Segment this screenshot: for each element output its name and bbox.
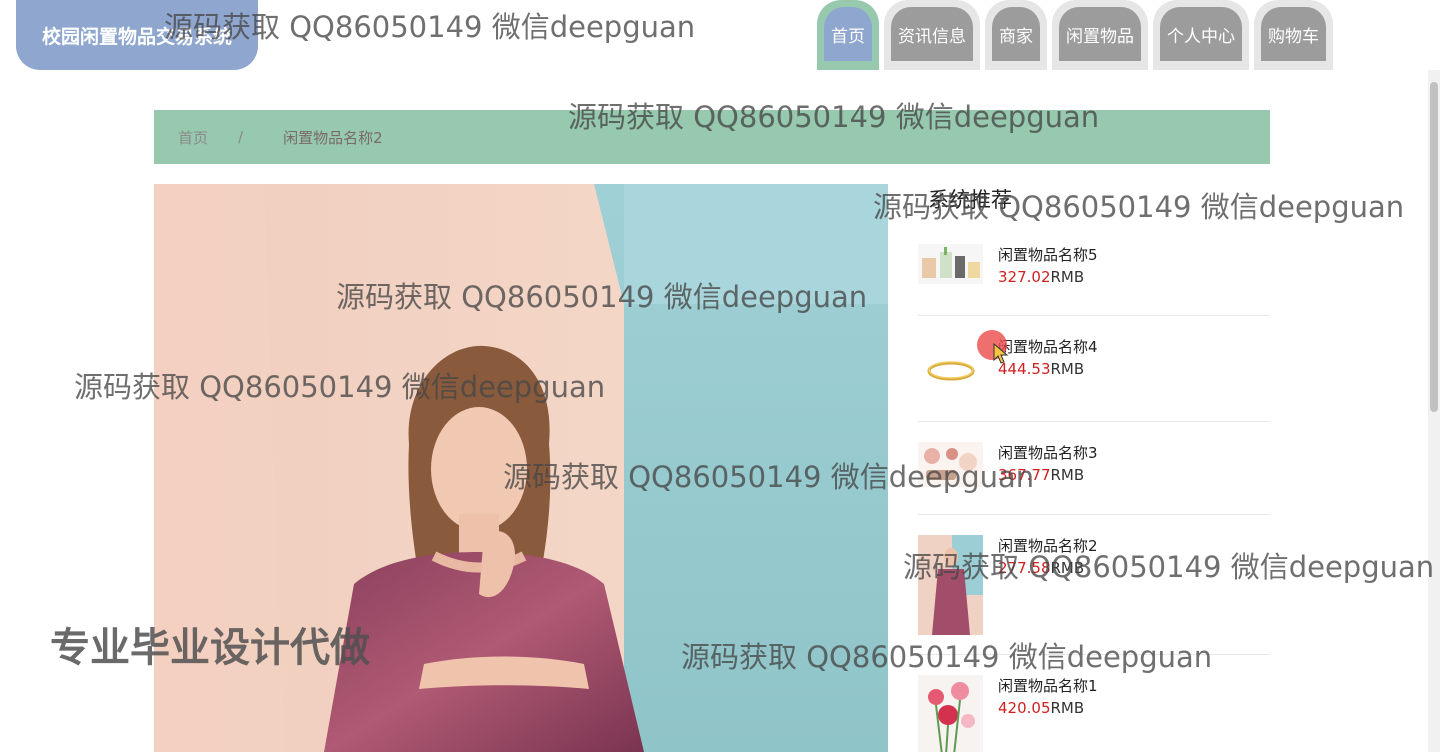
page-scrollbar[interactable] xyxy=(1428,70,1440,752)
main-nav: 首页 资讯信息 商家 闲置物品 个人中心 购物车 xyxy=(817,0,1338,70)
recommend-item-price: 277.58 xyxy=(998,559,1051,577)
flowers-thumb-icon xyxy=(918,675,983,752)
recommend-item-price: 327.02 xyxy=(998,268,1051,286)
nav-tab-idle-items[interactable]: 闲置物品 xyxy=(1052,0,1148,70)
product-photo-dress xyxy=(154,184,888,752)
breadcrumb-separator: / xyxy=(238,128,244,146)
recommend-title: 系统推荐 xyxy=(928,188,1012,212)
stationery-thumb-icon xyxy=(918,244,983,315)
recommend-item-name: 闲置物品名称3 xyxy=(998,444,1098,462)
recommend-item[interactable]: 闲置物品名称1 420.05RMB xyxy=(918,655,1270,752)
recommend-item[interactable]: 闲置物品名称4 444.53RMB xyxy=(918,316,1270,422)
recommend-item-unit: RMB xyxy=(1050,466,1085,484)
nav-tab-label: 商家 xyxy=(992,7,1040,61)
site-logo[interactable]: 校园闲置物品交易系统 xyxy=(16,0,258,70)
nav-tab-label: 资讯信息 xyxy=(891,7,973,61)
nav-tab-label: 闲置物品 xyxy=(1059,7,1141,61)
recommend-item-name: 闲置物品名称2 xyxy=(998,537,1098,555)
scrollbar-thumb[interactable] xyxy=(1430,82,1438,412)
breadcrumb: 首页 / 闲置物品名称2 xyxy=(154,110,1270,164)
recommend-item-name: 闲置物品名称5 xyxy=(998,246,1098,264)
recommend-list: 闲置物品名称5 327.02RMB 闲置物品名称4 444.53RMB 闲置物品… xyxy=(918,216,1270,752)
recommend-item[interactable]: 闲置物品名称5 327.02RMB xyxy=(918,216,1270,316)
nav-tab-label: 个人中心 xyxy=(1160,7,1242,61)
recommend-item-unit: RMB xyxy=(1050,268,1085,286)
nav-tab-cart[interactable]: 购物车 xyxy=(1254,0,1333,70)
dress-thumb-icon xyxy=(918,535,983,654)
recommend-item-price: 444.53 xyxy=(998,360,1051,378)
ring-thumb-icon xyxy=(918,336,983,421)
recommend-item-price: 420.05 xyxy=(998,699,1051,717)
recommend-panel: 系统推荐 闲置物品名称5 327.02RMB 闲置物品名称4 444.53RMB… xyxy=(918,184,1270,752)
nav-tab-merchants[interactable]: 商家 xyxy=(985,0,1047,70)
nav-tab-label: 购物车 xyxy=(1261,7,1326,61)
breadcrumb-home-link[interactable]: 首页 xyxy=(178,127,208,148)
recommend-item-unit: RMB xyxy=(1050,699,1085,717)
recommend-item-price: 367.77 xyxy=(998,466,1051,484)
nav-tab-news[interactable]: 资讯信息 xyxy=(884,0,980,70)
product-main-image[interactable] xyxy=(154,184,888,752)
recommend-item-name: 闲置物品名称4 xyxy=(998,338,1098,356)
nav-tab-home[interactable]: 首页 xyxy=(817,0,879,70)
recommend-item[interactable]: 闲置物品名称2 277.58RMB xyxy=(918,515,1270,655)
recommend-item[interactable]: 闲置物品名称3 367.77RMB xyxy=(918,422,1270,515)
cosmetics-thumb-icon xyxy=(918,442,983,514)
breadcrumb-current: 闲置物品名称2 xyxy=(283,128,383,147)
recommend-item-unit: RMB xyxy=(1050,360,1085,378)
recommend-item-name: 闲置物品名称1 xyxy=(998,677,1098,695)
recommend-item-unit: RMB xyxy=(1050,559,1085,577)
nav-tab-personal-center[interactable]: 个人中心 xyxy=(1153,0,1249,70)
nav-tab-label: 首页 xyxy=(824,7,872,61)
